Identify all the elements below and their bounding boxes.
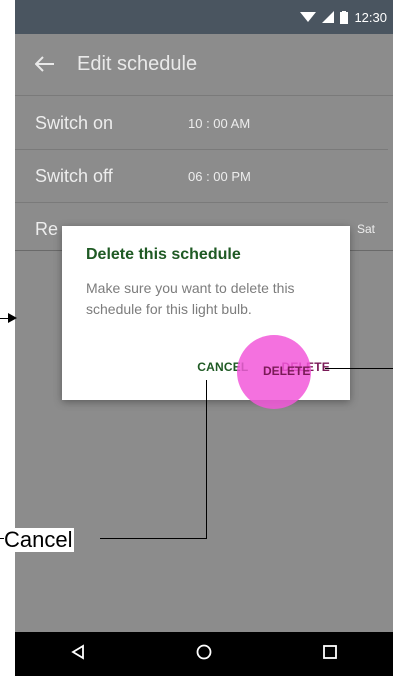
dialog-message: Make sure you want to delete this schedu… — [86, 280, 295, 317]
app-bar: Edit schedule — [15, 34, 393, 96]
switch-on-row[interactable]: Switch on 10 : 00 AM — [15, 97, 393, 149]
switch-on-label: Switch on — [35, 112, 114, 133]
switch-off-label: Switch off — [35, 165, 113, 186]
home-circle-icon[interactable] — [196, 644, 212, 665]
switch-off-row[interactable]: Switch off 06 : 00 PM — [15, 150, 393, 202]
cancel-annotation-label: Cancel — [4, 527, 75, 552]
repeat-days-tail: Sat — [356, 222, 375, 236]
status-time: 12:30 — [354, 9, 387, 25]
arrow-right-icon — [8, 313, 17, 323]
page-title: Edit schedule — [77, 53, 198, 75]
callout-line-cancel-vertical — [206, 380, 207, 538]
back-triangle-icon[interactable] — [70, 643, 86, 665]
callout-line-delete — [325, 368, 393, 369]
battery-icon — [340, 10, 349, 24]
wifi-icon — [300, 11, 317, 23]
switch-on-time[interactable]: 10 : 00 AM — [188, 116, 250, 131]
switch-off-time[interactable]: 06 : 00 PM — [188, 169, 251, 184]
phone-screen: 12:30 Edit schedule Switch on 10 : 00 AM… — [15, 0, 393, 676]
arrow-left-icon[interactable] — [34, 54, 55, 76]
recents-square-icon[interactable] — [322, 644, 338, 665]
screenshot-canvas: 12:30 Edit schedule Switch on 10 : 00 AM… — [0, 0, 393, 676]
signal-icon — [322, 11, 335, 23]
dialog-title: Delete this schedule — [86, 246, 241, 263]
system-nav-bar — [15, 632, 393, 676]
callout-line-cancel-horizontal — [100, 538, 207, 539]
delete-button-label-overlay: DELETE — [263, 364, 311, 378]
status-bar: 12:30 — [15, 0, 393, 34]
